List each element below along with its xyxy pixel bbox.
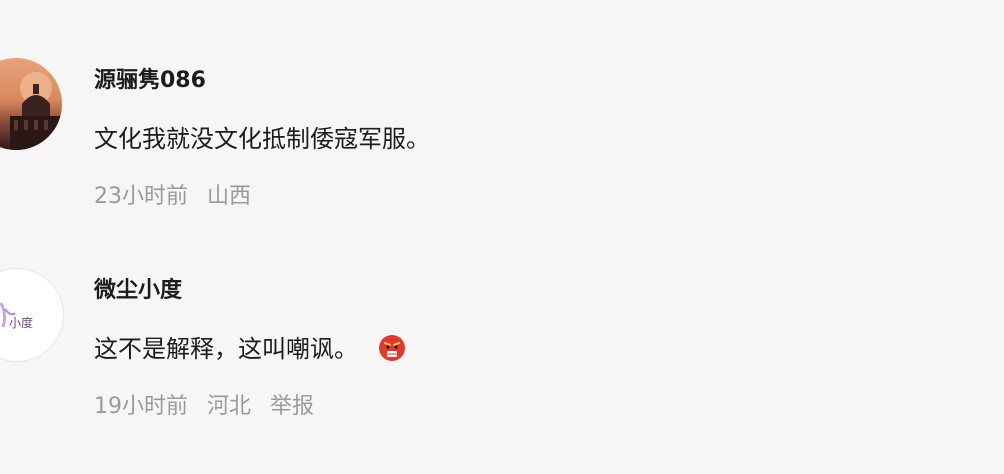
avatar-building-image [10,72,62,150]
comment-time: 23小时前 [94,184,188,209]
comment-time: 19小时前 [94,394,188,419]
avatar[interactable]: 小度 [0,268,64,362]
avatar-logo-image: 小度 [0,302,33,330]
comment-location: 河北 [207,394,252,419]
comment-meta: 23小时前 山西 [94,178,263,210]
avatar-logo-text: 小度 [9,315,33,330]
comment-list: 源骊隽086 文化我就没文化抵制倭寇军服。 23小时前 山西 小度 微尘小度 这… [0,0,1004,474]
avatar[interactable] [0,58,62,150]
comment-location: 山西 [207,184,252,209]
angry-face-icon [379,335,405,361]
comment-text: 文化我就没文化抵制倭寇军服。 [94,125,430,153]
comment-username[interactable]: 微尘小度 [94,272,182,304]
report-button[interactable]: 举报 [270,394,314,419]
comment-text: 这不是解释，这叫嘲讽。 [94,329,406,364]
comment-meta: 19小时前 河北 举报 [94,388,326,420]
comment-username[interactable]: 源骊隽086 [94,62,206,94]
comment-text-content: 这不是解释，这叫嘲讽。 [94,335,358,363]
